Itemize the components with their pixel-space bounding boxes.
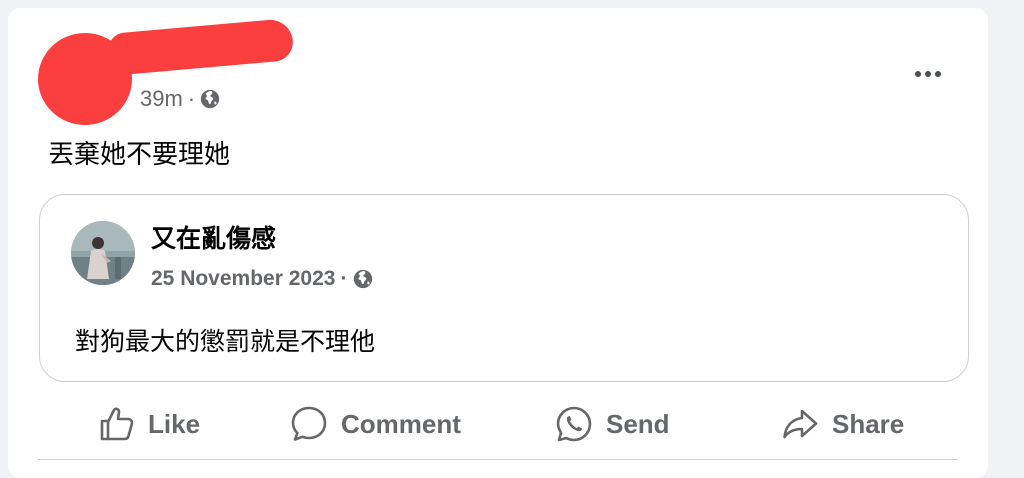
comment-button[interactable]: Comment [289,396,461,452]
send-button[interactable]: Send [554,396,670,452]
share-label: Share [832,408,905,439]
more-options-dot [935,71,941,77]
shared-post[interactable]: 又在亂傷感 25 November 2023 · 對狗最大的懲罰就是不理他 [39,194,969,382]
whatsapp-icon [556,406,592,442]
post-timestamp[interactable]: 39m [140,86,183,112]
redacted-author-name [106,18,295,76]
shared-post-date[interactable]: 25 November 2023 [151,267,335,291]
more-options-dot [925,71,931,77]
thumbs-up-icon [100,407,134,441]
more-options-dot [915,71,921,77]
shared-post-text: 對狗最大的懲罰就是不理他 [75,327,376,356]
more-options-button[interactable] [906,60,950,88]
like-label: Like [148,408,201,439]
comment-bubble-icon [291,406,327,441]
shared-author-avatar[interactable] [71,221,135,285]
post-text: 丟棄她不要理她 [48,140,231,170]
comment-label: Comment [341,408,461,439]
meta-separator: · [340,267,348,290]
shared-post-meta: 25 November 2023 · [151,265,374,293]
meta-separator: · [187,86,196,111]
avatar-image [71,221,135,285]
globe-icon[interactable] [352,268,374,290]
post-meta: 39m · [140,86,221,112]
like-button[interactable]: Like [96,396,200,452]
send-label: Send [606,408,670,439]
action-bar: Like Comment Send Share [8,396,988,452]
shared-author-name[interactable]: 又在亂傷感 [151,219,276,255]
share-button[interactable]: Share [780,396,904,452]
globe-icon[interactable] [199,88,221,110]
post-card: 39m · 丟棄她不要理她 又在亂傷感 25 November 2023 · 對… [8,8,988,478]
share-arrow-icon [783,409,818,439]
